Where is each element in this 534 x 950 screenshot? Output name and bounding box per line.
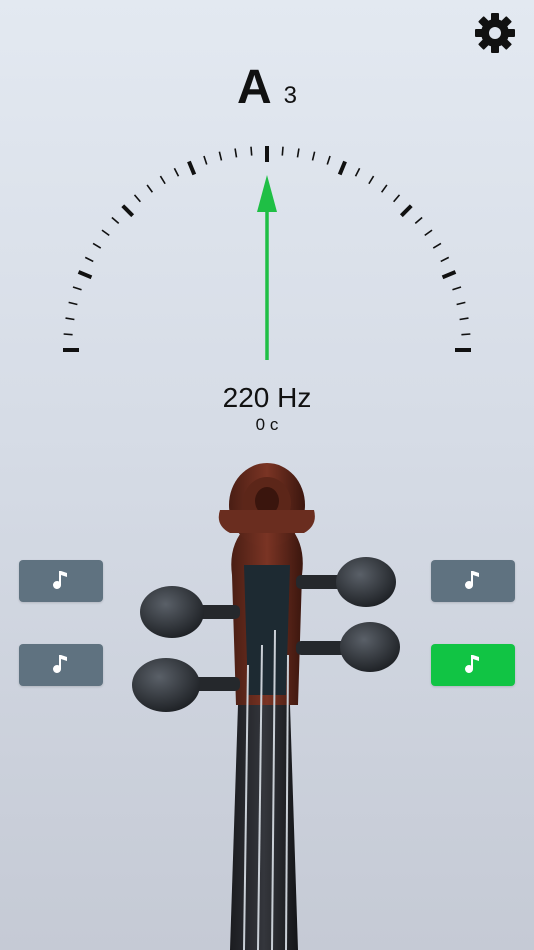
gear-icon[interactable] [472,13,518,53]
gauge-tick [393,194,401,203]
gauge-tick [133,194,141,203]
gauge-tick [218,151,223,161]
settings-button[interactable] [472,13,518,53]
string-button-left-top[interactable] [19,560,103,602]
gauge-tick [368,175,375,185]
cents-readout: 0 c [255,415,279,434]
gauge-tick [111,216,120,224]
note-octave: 3 [283,82,298,109]
gauge-tick [432,242,442,249]
gauge-tick [296,148,300,158]
note-display: A 3 [0,56,534,112]
gauge-tick [77,270,93,280]
note-name: A [236,61,272,114]
gauge-tick [187,160,197,176]
gauge-tick [441,270,457,280]
gauge-tick [250,146,253,156]
gauge-tick [101,229,110,237]
gauge-tick [461,333,471,336]
string-button-right-bottom[interactable] [431,644,515,686]
gauge-tick [72,286,82,291]
gauge-tick [440,256,450,263]
tuning-gauge [63,146,471,360]
gauge-tick [159,175,166,185]
cello-headstock-image [132,463,400,950]
gauge-tick [354,167,361,177]
gauge-tick [65,317,75,321]
gauge-tick [337,160,347,176]
gauge-tick [452,286,462,291]
gauge-tick [84,256,94,263]
frequency-readout: 220 Hz [222,382,312,413]
gauge-tick [424,229,433,237]
gauge-tick [68,301,78,306]
gauge-tick [121,204,135,218]
gauge-tick [234,148,238,158]
gauge-tick [173,167,180,177]
gauge-tick [281,146,284,156]
tuning-needle [257,175,277,360]
gauge-tick [380,184,388,193]
music-note-icon [53,571,67,589]
gauge-tick [399,204,413,218]
string-button-right-top[interactable] [431,560,515,602]
gauge-tick [459,317,469,321]
gauge-tick [92,242,102,249]
gauge-tick [146,184,154,193]
gauge-tick [456,301,466,306]
music-note-icon [53,655,67,673]
gauge-tick [414,216,423,224]
gauge-tick [63,333,73,336]
string-button-left-bottom[interactable] [19,644,103,686]
music-note-icon [465,655,479,673]
gauge-tick [311,151,316,161]
gauge-tick [326,155,331,165]
gauge-tick [203,155,208,165]
music-note-icon [465,571,479,589]
